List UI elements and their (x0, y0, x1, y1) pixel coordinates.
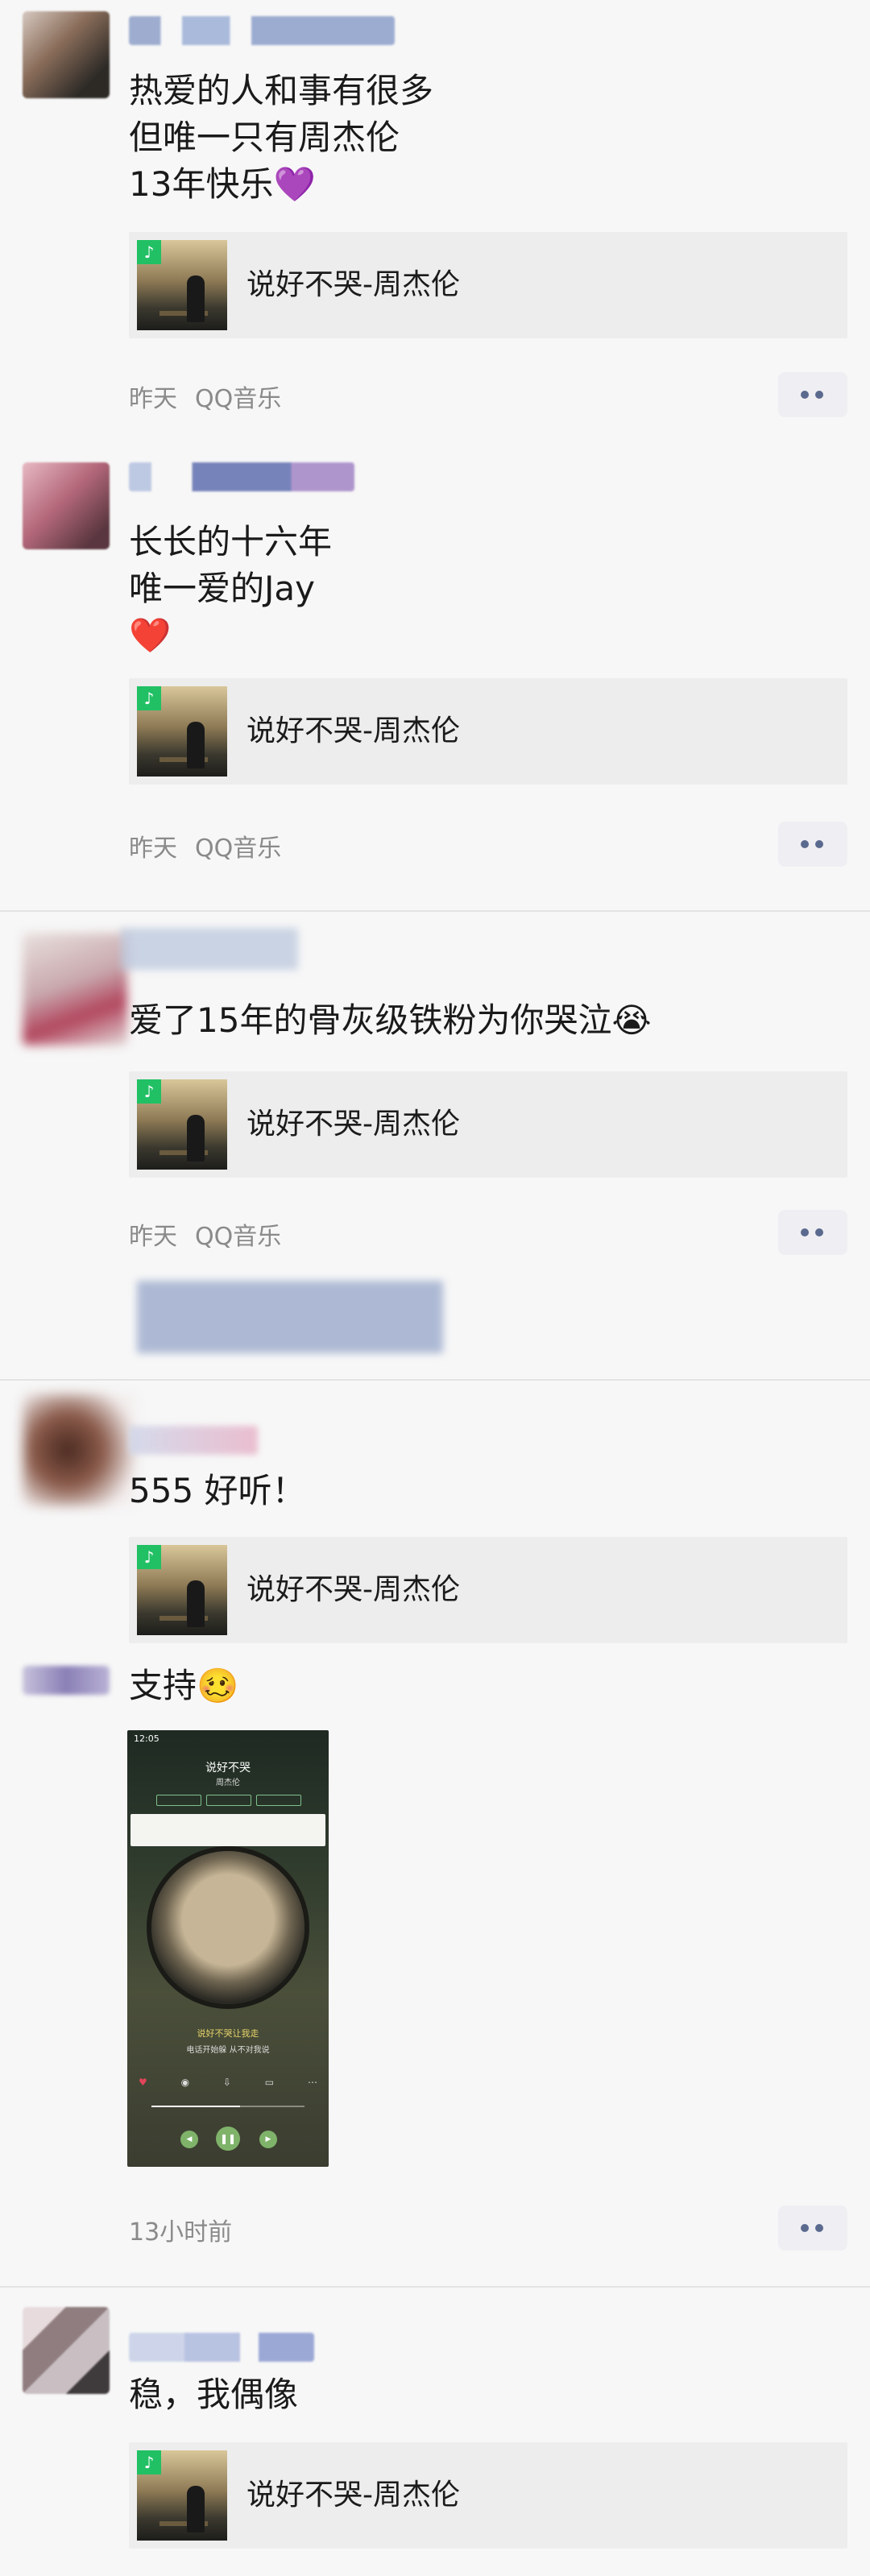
more-dots-icon[interactable] (778, 372, 847, 417)
progress-bar (151, 2106, 304, 2107)
avatar[interactable] (23, 462, 110, 549)
player-artist: 周杰伦 (216, 1779, 240, 1787)
post-source[interactable]: QQ音乐 (195, 835, 281, 863)
avatar[interactable] (23, 2307, 110, 2394)
post-text: 555 好听！ (129, 1471, 306, 1510)
post-meta: 昨天 QQ音乐 (129, 1216, 281, 1252)
avatar[interactable] (23, 933, 127, 1046)
player-actions: ♥ ◉ ⇩ ▭ ⋯ (139, 2077, 317, 2088)
nickname[interactable] (129, 1426, 258, 1455)
post-text: 爱了15年的骨灰级铁粉为你哭泣😭 (129, 1000, 652, 1040)
lyric-current: 说好不哭让我走 (197, 2028, 259, 2039)
more-icon: ⋯ (307, 2077, 317, 2088)
more-dots-icon[interactable] (778, 822, 847, 867)
effect-icon: ◉ (180, 2077, 190, 2088)
cover-figure (187, 1115, 205, 1162)
album-cover: ♪ (137, 686, 227, 777)
more-dots-icon[interactable] (778, 2205, 847, 2251)
feed-post: 555 好听！ ♪ 说好不哭-周杰伦 (0, 1379, 870, 1643)
post-time: 昨天 (129, 385, 177, 413)
cover-figure (187, 275, 205, 322)
lyric-next: 电话开始躲 从不对我说 (186, 2046, 270, 2055)
prev-icon: ◀ (180, 2131, 198, 2148)
qq-music-icon: ♪ (137, 2450, 161, 2475)
player-tags (156, 1795, 301, 1806)
music-card-title: 说好不哭-周杰伦 (246, 1108, 460, 1141)
post-meta: 13小时前 (129, 2212, 232, 2247)
post-text: 支持🥴 (129, 1666, 239, 1705)
feed-post: 长长的十六年 唯一爱的Jay ❤️ ♪ 说好不哭-周杰伦 昨天 QQ音乐 (0, 435, 870, 886)
album-cover: ♪ (137, 1079, 227, 1170)
more-dots-icon[interactable] (778, 1210, 847, 1255)
album-cover: ♪ (137, 2450, 227, 2541)
post-text: 长长的十六年 唯一爱的Jay ❤️ (129, 522, 333, 655)
post-text: 热爱的人和事有很多 但唯一只有周杰伦 13年快乐💜 (129, 71, 434, 204)
nickname[interactable] (129, 462, 354, 491)
nickname[interactable] (121, 928, 298, 970)
post-source[interactable]: QQ音乐 (195, 385, 281, 413)
heart-icon: ♥ (139, 2077, 147, 2088)
cover-figure (187, 1580, 205, 1627)
music-card[interactable]: ♪ 说好不哭-周杰伦 (129, 1537, 847, 1643)
pause-icon: ❚❚ (216, 2127, 240, 2151)
music-card-title: 说好不哭-周杰伦 (246, 1573, 460, 1606)
qq-music-icon: ♪ (137, 1079, 161, 1104)
post-meta: 昨天 QQ音乐 (129, 828, 281, 863)
post-time: 昨天 (129, 835, 177, 863)
music-card[interactable]: ♪ 说好不哭-周杰伦 (129, 1071, 847, 1178)
album-cover: ♪ (137, 240, 227, 330)
download-icon: ⇩ (222, 2077, 231, 2088)
post-time: 昨天 (129, 1223, 177, 1251)
qq-music-icon: ♪ (137, 1545, 161, 1569)
feed-post: 稳，我偶像 ♪ 说好不哭-周杰伦 (0, 2288, 870, 2576)
nickname[interactable] (129, 16, 395, 45)
next-icon: ▶ (259, 2131, 277, 2148)
post-meta: 昨天 QQ音乐 (129, 379, 281, 414)
comment-icon: ▭ (264, 2077, 275, 2088)
music-card-title: 说好不哭-周杰伦 (246, 2479, 460, 2512)
qq-music-icon: ♪ (137, 686, 161, 710)
post-text: 稳，我偶像 (129, 2375, 299, 2414)
status-time: 12:05 (134, 1733, 160, 1744)
music-card[interactable]: ♪ 说好不哭-周杰伦 (129, 2442, 847, 2549)
album-cover: ♪ (137, 1545, 227, 1635)
attached-screenshot[interactable]: 12:05 说好不哭 周杰伦 说好不哭让我走 电话开始躲 从不对我说 ♥ ◉ ⇩… (127, 1730, 329, 2167)
album-disc (151, 1851, 304, 2004)
comment-area (137, 1281, 443, 1353)
feed-post: 爱了15年的骨灰级铁粉为你哭泣😭 ♪ 说好不哭-周杰伦 昨天 QQ音乐 (0, 910, 870, 1377)
player-song-title: 说好不哭 (205, 1762, 251, 1775)
avatar[interactable] (23, 11, 110, 98)
player-notice (130, 1814, 325, 1846)
avatar[interactable] (23, 1394, 135, 1506)
music-card[interactable]: ♪ 说好不哭-周杰伦 (129, 678, 847, 785)
cover-figure (187, 722, 205, 768)
cover-figure (187, 2486, 205, 2533)
post-time: 13小时前 (129, 2218, 233, 2247)
music-card-title: 说好不哭-周杰伦 (246, 268, 460, 301)
music-card[interactable]: ♪ 说好不哭-周杰伦 (129, 232, 847, 338)
post-source[interactable]: QQ音乐 (195, 1223, 281, 1251)
music-card-title: 说好不哭-周杰伦 (246, 714, 460, 748)
avatar[interactable] (23, 1666, 110, 1695)
qq-music-icon: ♪ (137, 240, 161, 264)
feed-post: 热爱的人和事有很多 但唯一只有周杰伦 13年快乐💜 ♪ 说好不哭-周杰伦 昨天 Q… (0, 0, 870, 435)
nickname[interactable] (129, 2333, 314, 2362)
